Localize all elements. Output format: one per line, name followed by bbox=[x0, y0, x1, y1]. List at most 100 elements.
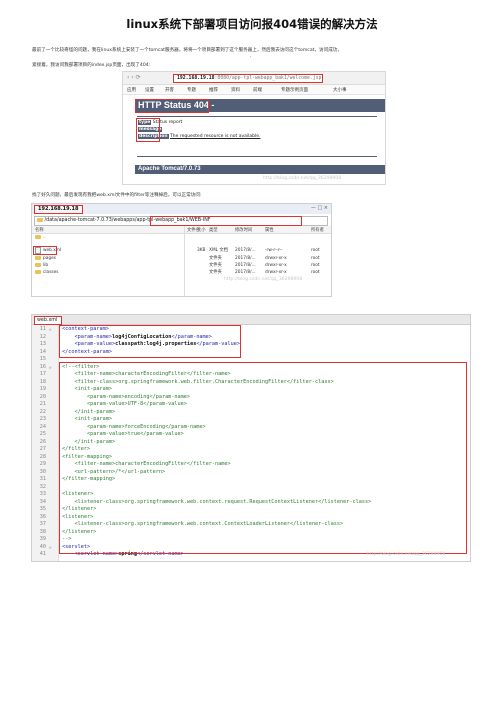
line-number: 15 bbox=[39, 356, 46, 362]
editor-tab-bar: web.xml × bbox=[32, 315, 470, 330]
folder-icon bbox=[36, 217, 43, 222]
url-host: 192.168.19.18 bbox=[177, 76, 215, 81]
table-row[interactable]: 文件夹 2017/8/... drwxr-xr-x root bbox=[185, 269, 331, 276]
modified-cell: 2017/8/... bbox=[235, 256, 256, 261]
bookmarks-bar: 应用 设置 开客 专题 推荐 资料 前端 专题示例页面 大小事 bbox=[123, 85, 385, 95]
line-number: 35 bbox=[39, 506, 46, 512]
highlight-box bbox=[59, 362, 467, 554]
line-number: 36 bbox=[39, 513, 46, 520]
bookmark-item[interactable]: 资料 bbox=[231, 87, 240, 93]
type-cell: XML 文档 bbox=[209, 248, 229, 253]
bookmark-item[interactable]: 大小事 bbox=[333, 87, 347, 93]
line-number: 16 bbox=[39, 363, 46, 370]
highlight-box bbox=[135, 99, 209, 113]
line-number: 22 bbox=[39, 408, 46, 415]
line-number: 27 bbox=[39, 446, 46, 452]
line-number: 33 bbox=[39, 491, 46, 497]
window-title-bar: 192.168.19.18 — □ × bbox=[32, 204, 331, 214]
line-number: 21 bbox=[39, 401, 46, 407]
description-value: The requested resource is not available. bbox=[170, 134, 261, 139]
file-name: .. bbox=[43, 235, 46, 240]
line-number: 30 bbox=[39, 468, 46, 475]
line-number: 41 bbox=[39, 551, 46, 557]
bookmark-item[interactable]: 专题 bbox=[187, 87, 196, 93]
intro-paragraph-dot: · bbox=[250, 55, 252, 60]
tab-web-xml[interactable]: web.xml × bbox=[34, 316, 62, 330]
attr-cell: drwxr-xr-x bbox=[265, 256, 287, 261]
http-status-heading: HTTP Status 404 - bbox=[135, 99, 385, 113]
fold-toggle-icon[interactable]: ⊖ bbox=[49, 326, 51, 334]
highlight-box bbox=[150, 216, 302, 226]
fold-toggle-icon[interactable]: ⊖ bbox=[49, 544, 51, 552]
line-number: 25 bbox=[39, 431, 46, 437]
line-number: 14 bbox=[39, 348, 46, 355]
list-item[interactable]: pages bbox=[32, 255, 184, 262]
intro-paragraph-line-1: 最前了一个比较奇怪的问题，我在linux系统上安装了一个tomcat服务器，将将… bbox=[32, 48, 342, 53]
file-browser-screenshot: 192.168.19.18 — □ × /data/apache-tomcat-… bbox=[31, 203, 332, 297]
table-header: 文件名 大小 类型 修改时间 属性 所有者 bbox=[185, 226, 331, 234]
attr-cell: drwxr-xr-x bbox=[265, 263, 287, 268]
table-row[interactable]: 文件夹 2017/8/... drwxr-xr-x root bbox=[185, 255, 331, 262]
file-name: classes bbox=[43, 270, 59, 275]
size-cell: 3KB bbox=[197, 248, 206, 253]
line-number: 37 bbox=[39, 521, 46, 527]
line-number: 13 bbox=[39, 341, 46, 347]
line-number: 31 bbox=[39, 476, 46, 482]
bookmark-item[interactable]: 开客 bbox=[165, 87, 174, 93]
divider bbox=[137, 156, 377, 157]
table-row[interactable]: 3KB XML 文档 2017/8/... -rw-r--r-- root bbox=[185, 247, 331, 254]
list-item[interactable]: lib bbox=[32, 262, 184, 269]
line-number: 23 bbox=[39, 416, 46, 422]
column-header[interactable]: 类型 bbox=[209, 227, 218, 233]
local-file-pane: 名称 .. web.xml pages lib classes bbox=[32, 226, 185, 296]
line-number: 39 bbox=[39, 536, 46, 542]
line-number: 34 bbox=[39, 498, 46, 505]
modified-cell: 2017/8/... bbox=[235, 270, 256, 275]
line-number: 18 bbox=[39, 378, 46, 385]
column-header[interactable]: 大小 bbox=[197, 227, 206, 233]
code-editor-screenshot: web.xml × 11⊖<context-param>12 <param-na… bbox=[31, 314, 471, 562]
type-cell: 文件夹 bbox=[209, 270, 222, 275]
owner-cell: root bbox=[311, 270, 320, 275]
window-controls[interactable]: — □ × bbox=[311, 205, 328, 211]
list-item[interactable]: .. bbox=[32, 234, 184, 241]
bookmark-item[interactable]: 推荐 bbox=[209, 87, 218, 93]
path-bar[interactable]: /data/apache-tomcat-7.0.73/webapps/app-t… bbox=[34, 216, 328, 226]
browser-404-screenshot: ‹ › ⟳ 192.168.19.18:8080/app-tpl-webapp_… bbox=[122, 71, 386, 185]
tomcat-version-footer: Apache Tomcat/7.0.73 bbox=[135, 165, 385, 174]
modified-cell: 2017/8/... bbox=[235, 248, 256, 253]
browser-nav-icons: ‹ › ⟳ bbox=[127, 74, 141, 81]
remote-file-table: 文件名 大小 类型 修改时间 属性 所有者 3KB XML 文档 2017/8/… bbox=[185, 226, 331, 296]
bookmark-item[interactable]: 前端 bbox=[253, 87, 262, 93]
column-header[interactable]: 所有者 bbox=[311, 227, 324, 233]
type-cell: 文件夹 bbox=[209, 256, 222, 261]
url-field[interactable]: 192.168.19.18:8080/app-tpl-webapp_bak1/w… bbox=[173, 74, 323, 83]
line-number: 40 bbox=[39, 543, 46, 550]
highlight-box bbox=[136, 118, 160, 142]
column-header[interactable]: 修改时间 bbox=[235, 227, 252, 233]
file-name: lib bbox=[43, 263, 49, 268]
folder-up-icon bbox=[35, 234, 41, 239]
modified-cell: 2017/8/... bbox=[235, 263, 256, 268]
type-cell: 文件夹 bbox=[209, 263, 222, 268]
attr-cell: drwxr-xr-x bbox=[265, 270, 287, 275]
table-row[interactable]: 文件夹 2017/8/... drwxr-xr-x root bbox=[185, 262, 331, 269]
bookmark-item[interactable]: 设置 bbox=[145, 87, 154, 93]
watermark: http://blog.csdn.net/qq_36298908 bbox=[367, 552, 446, 557]
line-number: 26 bbox=[39, 438, 46, 445]
intro-paragraph-line-2: 紧接着，我访问我部署项目的index.jsp页面，出现了404: bbox=[32, 63, 151, 68]
page-title: linux系统下部署项目访问报404错误的解决方法 bbox=[126, 17, 378, 31]
bookmark-item[interactable]: 专题示例页面 bbox=[281, 87, 308, 93]
column-header[interactable]: 属性 bbox=[265, 227, 274, 233]
fold-toggle-icon[interactable]: ⊖ bbox=[49, 364, 51, 372]
middle-paragraph: 找了好久问题，最后发现有我把web.xml文件中的filter等注释掉后，可以正… bbox=[32, 193, 202, 198]
line-number: 38 bbox=[39, 528, 46, 535]
divider bbox=[137, 116, 377, 117]
list-item[interactable]: classes bbox=[32, 269, 184, 276]
folder-icon bbox=[35, 262, 41, 267]
attr-cell: -rw-r--r-- bbox=[265, 248, 283, 253]
line-number: 32 bbox=[39, 483, 46, 490]
bookmark-item[interactable]: 应用 bbox=[127, 87, 136, 93]
name-header[interactable]: 名称 bbox=[35, 227, 44, 233]
owner-cell: root bbox=[311, 256, 320, 261]
